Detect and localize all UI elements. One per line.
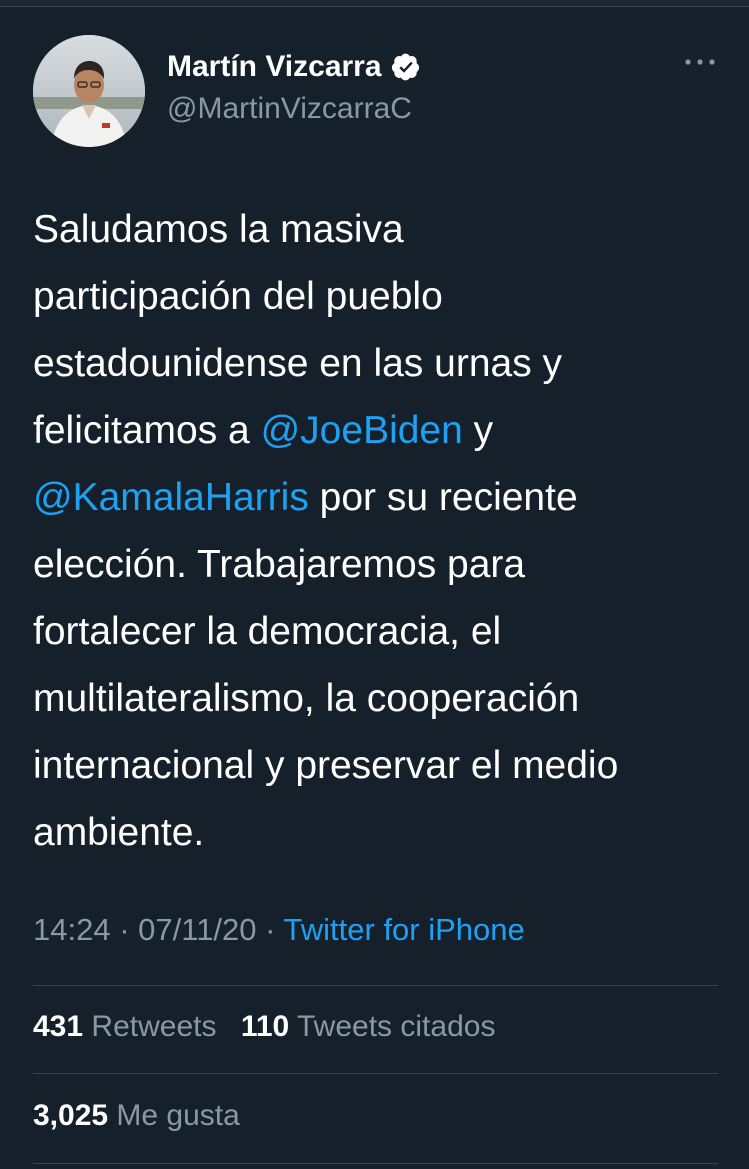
divider — [33, 1163, 718, 1164]
tweet-meta: 14:24 · 07/11/20 · Twitter for iPhone — [33, 912, 525, 948]
author-display-name[interactable]: Martín Vizcarra — [167, 50, 382, 84]
tweet-text-segment: elección. Trabajaremos para — [33, 543, 526, 586]
retweets-count: 431 — [33, 1010, 84, 1043]
top-divider — [0, 0, 749, 7]
tweet-text: Saludamos la masiva participación del pue… — [33, 196, 723, 866]
tweet-text-segment: fortalecer la democracia, el — [33, 610, 502, 653]
tweet-text-segment: ambiente. — [33, 811, 205, 854]
tweet-text-line: fortalecer la democracia, el — [33, 598, 723, 665]
tweet-text-segment: internacional y preservar el medio — [33, 744, 619, 787]
likes-label: Me gusta — [116, 1099, 240, 1132]
retweet-stats-row: 431 Retweets 110 Tweets citados — [33, 1010, 511, 1044]
tweet-text-segment: Saludamos la masiva — [33, 208, 404, 251]
tweet-text-line: felicitamos a @JoeBiden y — [33, 397, 723, 464]
divider — [33, 985, 718, 986]
likes-count: 3,025 — [33, 1099, 109, 1132]
tweet-text-segment: felicitamos a — [33, 409, 261, 452]
tweet-text-segment: y — [462, 409, 494, 452]
mention-link[interactable]: @JoeBiden — [261, 409, 463, 452]
author-handle[interactable]: @MartinVizcarraC — [167, 92, 412, 126]
tweet-text-segment: participación del pueblo — [33, 275, 443, 318]
tweet-text-line: internacional y preservar el medio — [33, 732, 723, 799]
quotes-label: Tweets citados — [297, 1010, 496, 1043]
tweet-text-line: multilateralismo, la cooperación — [33, 665, 723, 732]
meta-separator: · — [119, 912, 130, 947]
tweet-text-segment: estadounidense en las urnas y — [33, 342, 563, 385]
tweet-text-line: @KamalaHarris por su reciente — [33, 464, 723, 531]
tweet-text-segment: multilateralismo, la cooperación — [33, 677, 580, 720]
avatar-photo — [33, 35, 145, 147]
meta-separator: · — [265, 912, 276, 947]
divider — [33, 1073, 718, 1074]
tweet-text-segment: por su reciente — [308, 476, 578, 519]
likes-stats-row: 3,025 Me gusta — [33, 1099, 256, 1133]
more-horizontal-icon[interactable] — [680, 50, 720, 74]
tweet-text-line: estadounidense en las urnas y — [33, 330, 723, 397]
avatar[interactable] — [33, 35, 145, 147]
quotes-count: 110 — [240, 1010, 290, 1043]
tweet-text-line: ambiente. — [33, 799, 723, 866]
likes-stat[interactable]: 3,025 Me gusta — [33, 1099, 240, 1132]
tweet-text-line: Saludamos la masiva — [33, 196, 723, 263]
tweet-text-line: elección. Trabajaremos para — [33, 531, 723, 598]
tweet-date: 07/11/20 — [138, 912, 257, 947]
verified-badge-icon — [391, 52, 421, 82]
tweet-source-link[interactable]: Twitter for iPhone — [284, 912, 525, 947]
retweets-label: Retweets — [91, 1010, 217, 1043]
quotes-stat[interactable]: 110 Tweets citados — [241, 1010, 496, 1043]
retweets-stat[interactable]: 431 Retweets — [33, 1010, 225, 1043]
tweet-text-line: participación del pueblo — [33, 263, 723, 330]
author-name-row[interactable]: Martín Vizcarra — [167, 50, 421, 84]
mention-link[interactable]: @KamalaHarris — [33, 476, 309, 519]
tweet-detail-view: Martín Vizcarra @MartinVizcarraC Saludam… — [0, 0, 749, 1169]
tweet-time: 14:24 — [33, 912, 111, 947]
